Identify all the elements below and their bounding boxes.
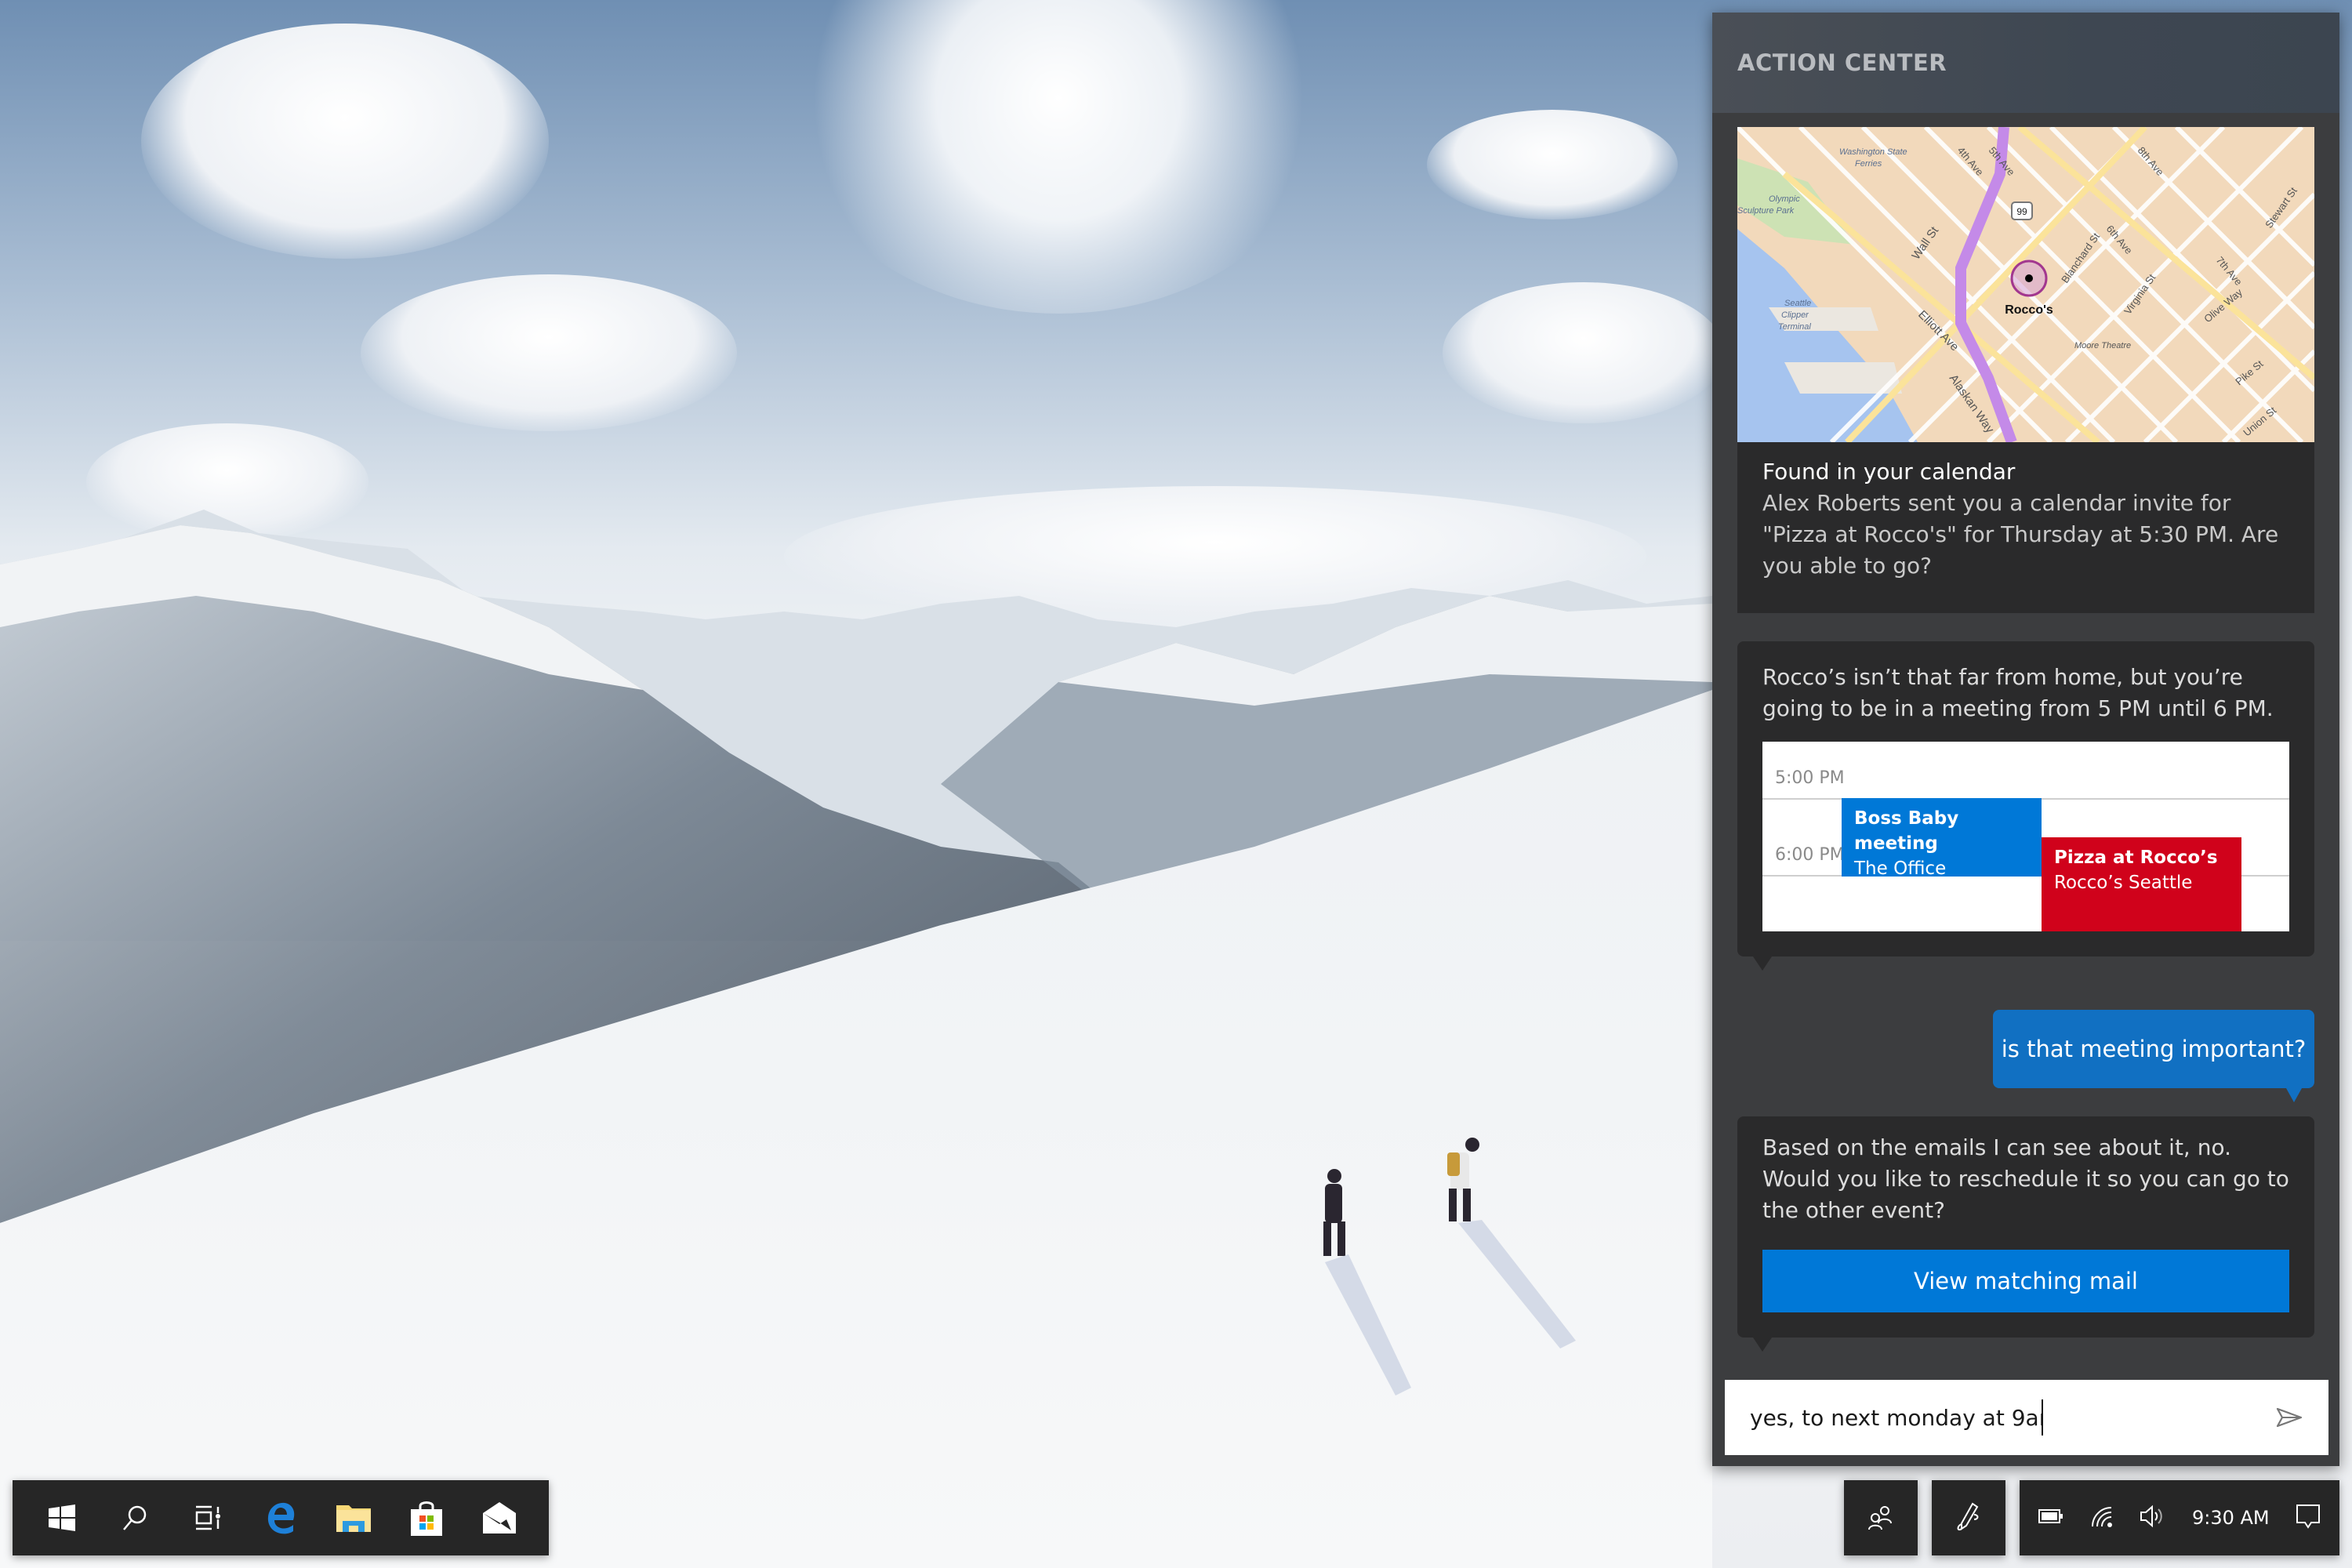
start-button[interactable] (31, 1486, 93, 1549)
action-center-title: ACTION CENTER (1737, 49, 1947, 76)
taskbar (13, 1480, 549, 1555)
time-label: 6:00 PM (1775, 845, 1845, 865)
mail-button[interactable] (468, 1486, 531, 1549)
action-center-icon[interactable] (2296, 1504, 2321, 1532)
windows-logo-icon (48, 1504, 75, 1531)
map-preview[interactable]: 99 Rocco's Washington State Ferries Olym… (1737, 127, 2314, 442)
edge-icon (267, 1502, 295, 1534)
svg-text:Terminal: Terminal (1778, 322, 1811, 332)
assistant-reply-card: Based on the emails I can see about it, … (1737, 1116, 2314, 1352)
svg-text:Clipper: Clipper (1781, 310, 1809, 320)
event-location: Rocco’s Seattle (2054, 873, 2193, 893)
calendar-day-view[interactable]: 5:00 PM 6:00 PM Boss Baby meeting The Of… (1762, 742, 2289, 931)
message-input-box[interactable] (1725, 1380, 2328, 1455)
volume-icon[interactable] (2140, 1504, 2166, 1531)
svg-text:Ferries: Ferries (1855, 159, 1882, 169)
clock[interactable]: 9:30 AM (2192, 1507, 2270, 1529)
pin-label: Rocco's (2005, 303, 2053, 317)
action-center-header: ACTION CENTER (1712, 13, 2339, 113)
mail-icon (483, 1502, 517, 1534)
user-message-bubble: is that meeting important? (1993, 1010, 2314, 1102)
message-input[interactable] (1748, 1403, 2043, 1432)
user-message-text: is that meeting important? (2001, 1036, 2307, 1062)
conflict-message: Rocco’s isn’t that far from home, but yo… (1762, 664, 2274, 721)
store-bag-icon (411, 1501, 443, 1536)
send-icon[interactable] (2274, 1402, 2305, 1433)
file-explorer-button[interactable] (322, 1486, 385, 1549)
task-view-icon (195, 1505, 220, 1530)
event-title: Boss Baby meeting (1854, 808, 1959, 854)
bubble-tail (1753, 956, 1772, 971)
event-location: The Office (1854, 858, 1947, 879)
search-icon (122, 1505, 146, 1530)
wifi-icon[interactable] (2089, 1504, 2113, 1531)
pen-icon (1957, 1502, 1979, 1531)
edge-button[interactable] (249, 1486, 312, 1549)
svg-text:Seattle: Seattle (1784, 299, 1811, 308)
battery-icon[interactable] (2038, 1508, 2063, 1527)
windows-ink-button[interactable] (1932, 1480, 2005, 1555)
search-button[interactable] (103, 1486, 166, 1549)
text-caret (2042, 1399, 2043, 1436)
svg-text:Washington State: Washington State (1839, 147, 1907, 157)
event-pizza-at-roccos[interactable]: Pizza at Rocco’s Rocco’s Seattle (2042, 837, 2241, 931)
people-button[interactable] (1844, 1480, 1918, 1555)
calendar-invite-body: Alex Roberts sent you a calendar invite … (1762, 490, 2279, 579)
system-tray: 9:30 AM (2020, 1480, 2339, 1555)
schedule-conflict-card: Rocco’s isn’t that far from home, but yo… (1737, 641, 2314, 971)
time-label: 5:00 PM (1775, 768, 1845, 788)
map-graphic: 99 Rocco's Washington State Ferries Olym… (1737, 127, 2314, 442)
event-boss-baby-meeting[interactable]: Boss Baby meeting The Office (1842, 798, 2042, 879)
svg-text:Sculpture Park: Sculpture Park (1737, 206, 1795, 216)
view-matching-mail-button[interactable]: View matching mail (1762, 1250, 2289, 1312)
folder-icon (336, 1505, 372, 1532)
event-title: Pizza at Rocco’s (2054, 848, 2218, 868)
task-view-button[interactable] (176, 1486, 239, 1549)
action-center-panel: ACTION CENTER 99 Rocco's Washington Stat… (1712, 13, 2339, 1466)
people-icon (1868, 1506, 1892, 1530)
svg-text:Olympic: Olympic (1769, 194, 1800, 204)
calendar-invite-text: Found in your calendar Alex Roberts sent… (1762, 456, 2289, 582)
route-shield-label: 99 (2016, 206, 2027, 217)
assistant-reply-text: Based on the emails I can see about it, … (1762, 1134, 2289, 1223)
calendar-invite-card[interactable]: 99 Rocco's Washington State Ferries Olym… (1737, 127, 2314, 613)
store-button[interactable] (395, 1486, 458, 1549)
calendar-invite-heading: Found in your calendar (1762, 459, 2016, 485)
bubble-tail (1753, 1338, 1772, 1352)
svg-text:Moore Theatre: Moore Theatre (2074, 341, 2131, 350)
bubble-tail (2286, 1088, 2302, 1102)
